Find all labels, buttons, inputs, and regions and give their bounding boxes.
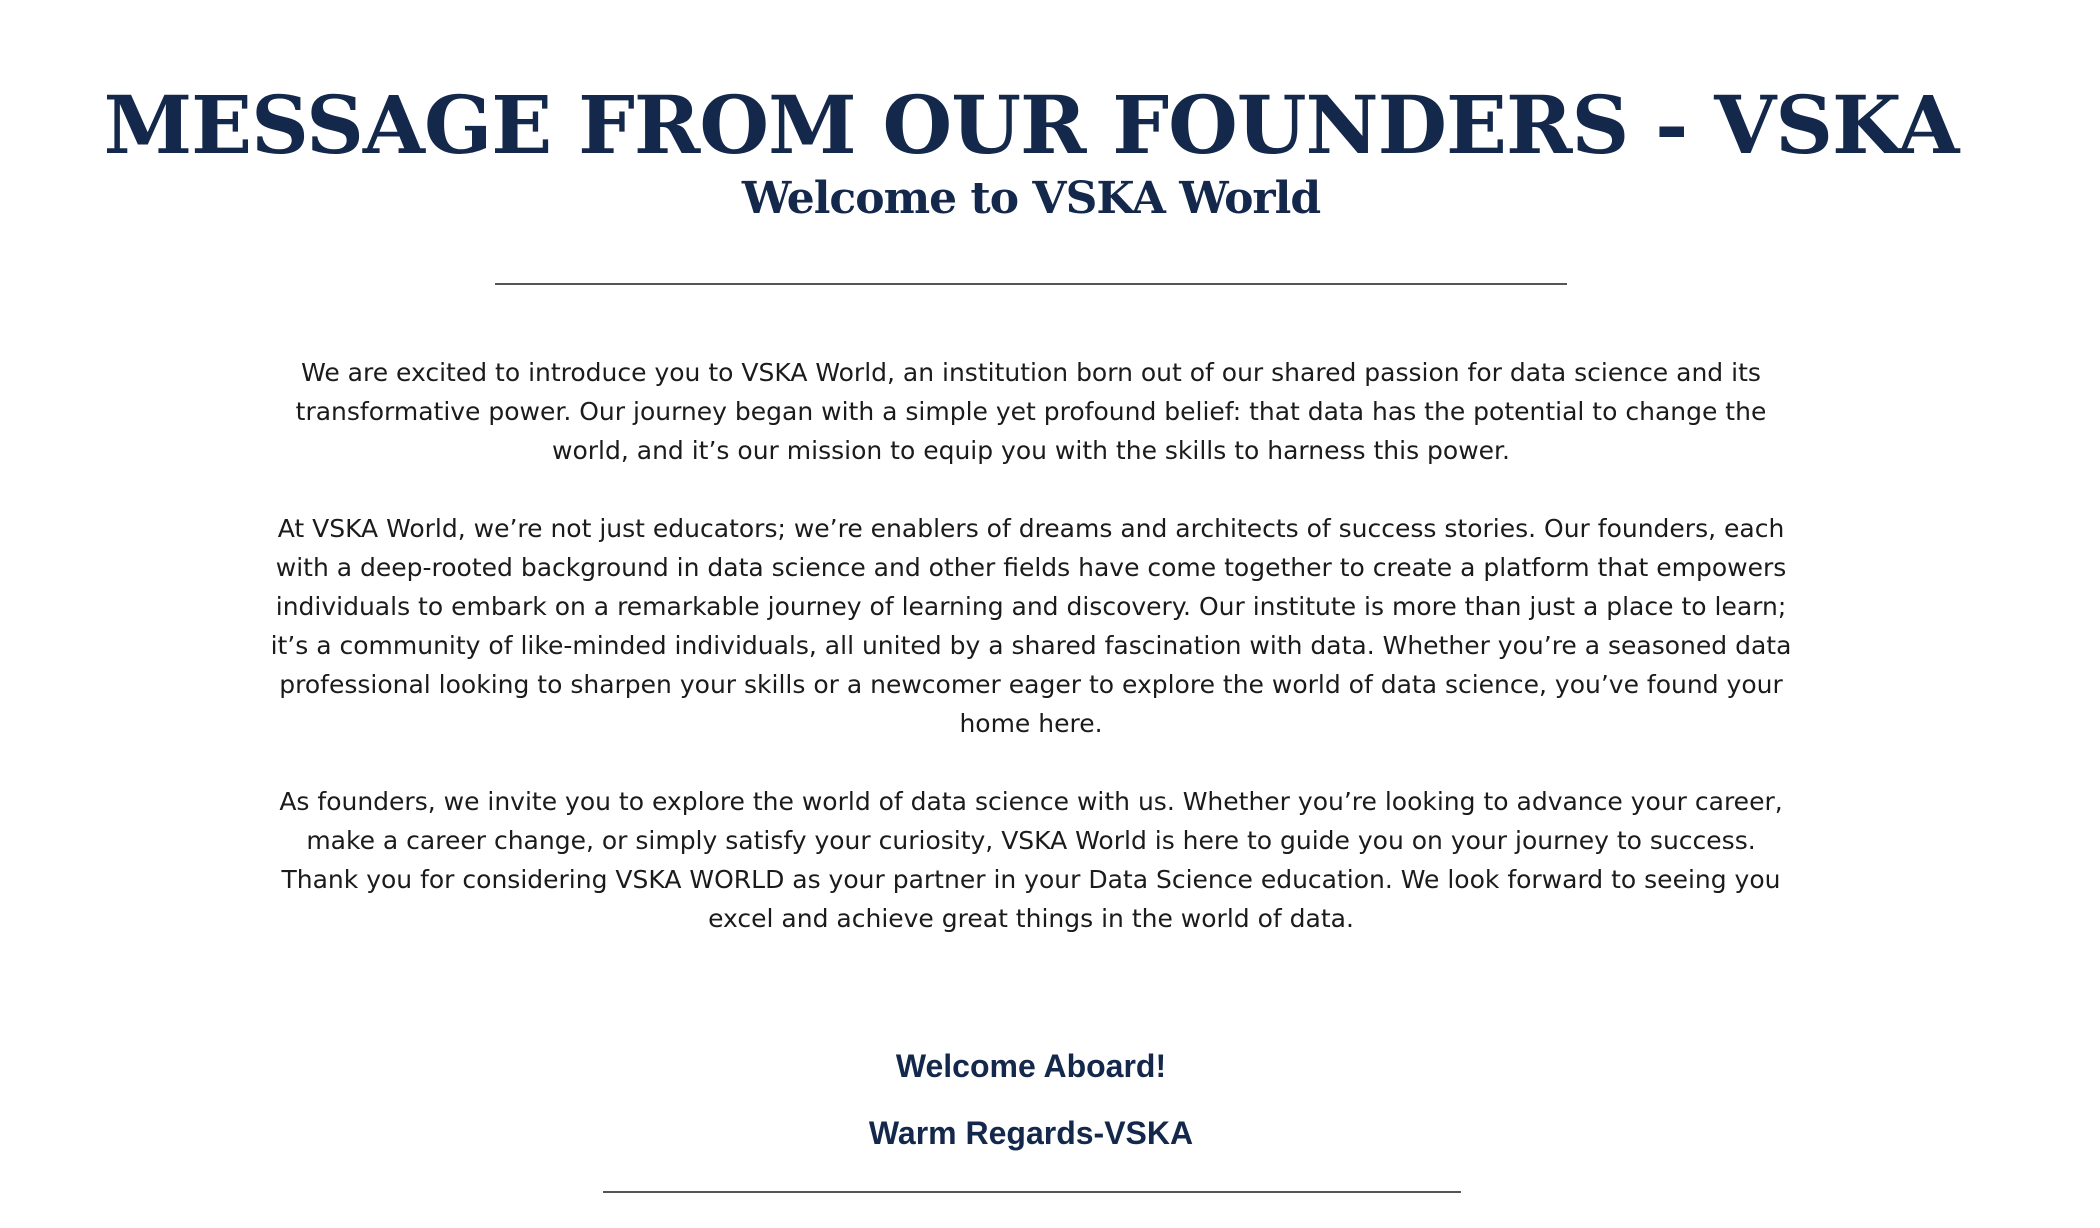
founders-message-page: MESSAGE FROM OUR FOUNDERS - VSKA Welcome… (0, 0, 2100, 1228)
page-subtitle: Welcome to VSKA World (741, 173, 1321, 224)
message-paragraph-invite: As founders, we invite you to explore th… (279, 787, 1783, 933)
message-paragraph-about: At VSKA World, we’re not just educators;… (270, 514, 1792, 738)
bottom-divider (603, 1191, 1461, 1193)
warm-regards-heading: Warm Regards-VSKA (868, 1115, 1194, 1151)
top-divider (495, 283, 1567, 285)
page-title: MESSAGE FROM OUR FOUNDERS - VSKA (103, 78, 1960, 172)
message-paragraph-intro: We are excited to introduce you to VSKA … (295, 358, 1767, 465)
welcome-aboard-heading: Welcome Aboard! (895, 1048, 1167, 1084)
message-body: We are excited to introduce you to VSKA … (270, 353, 1792, 977)
